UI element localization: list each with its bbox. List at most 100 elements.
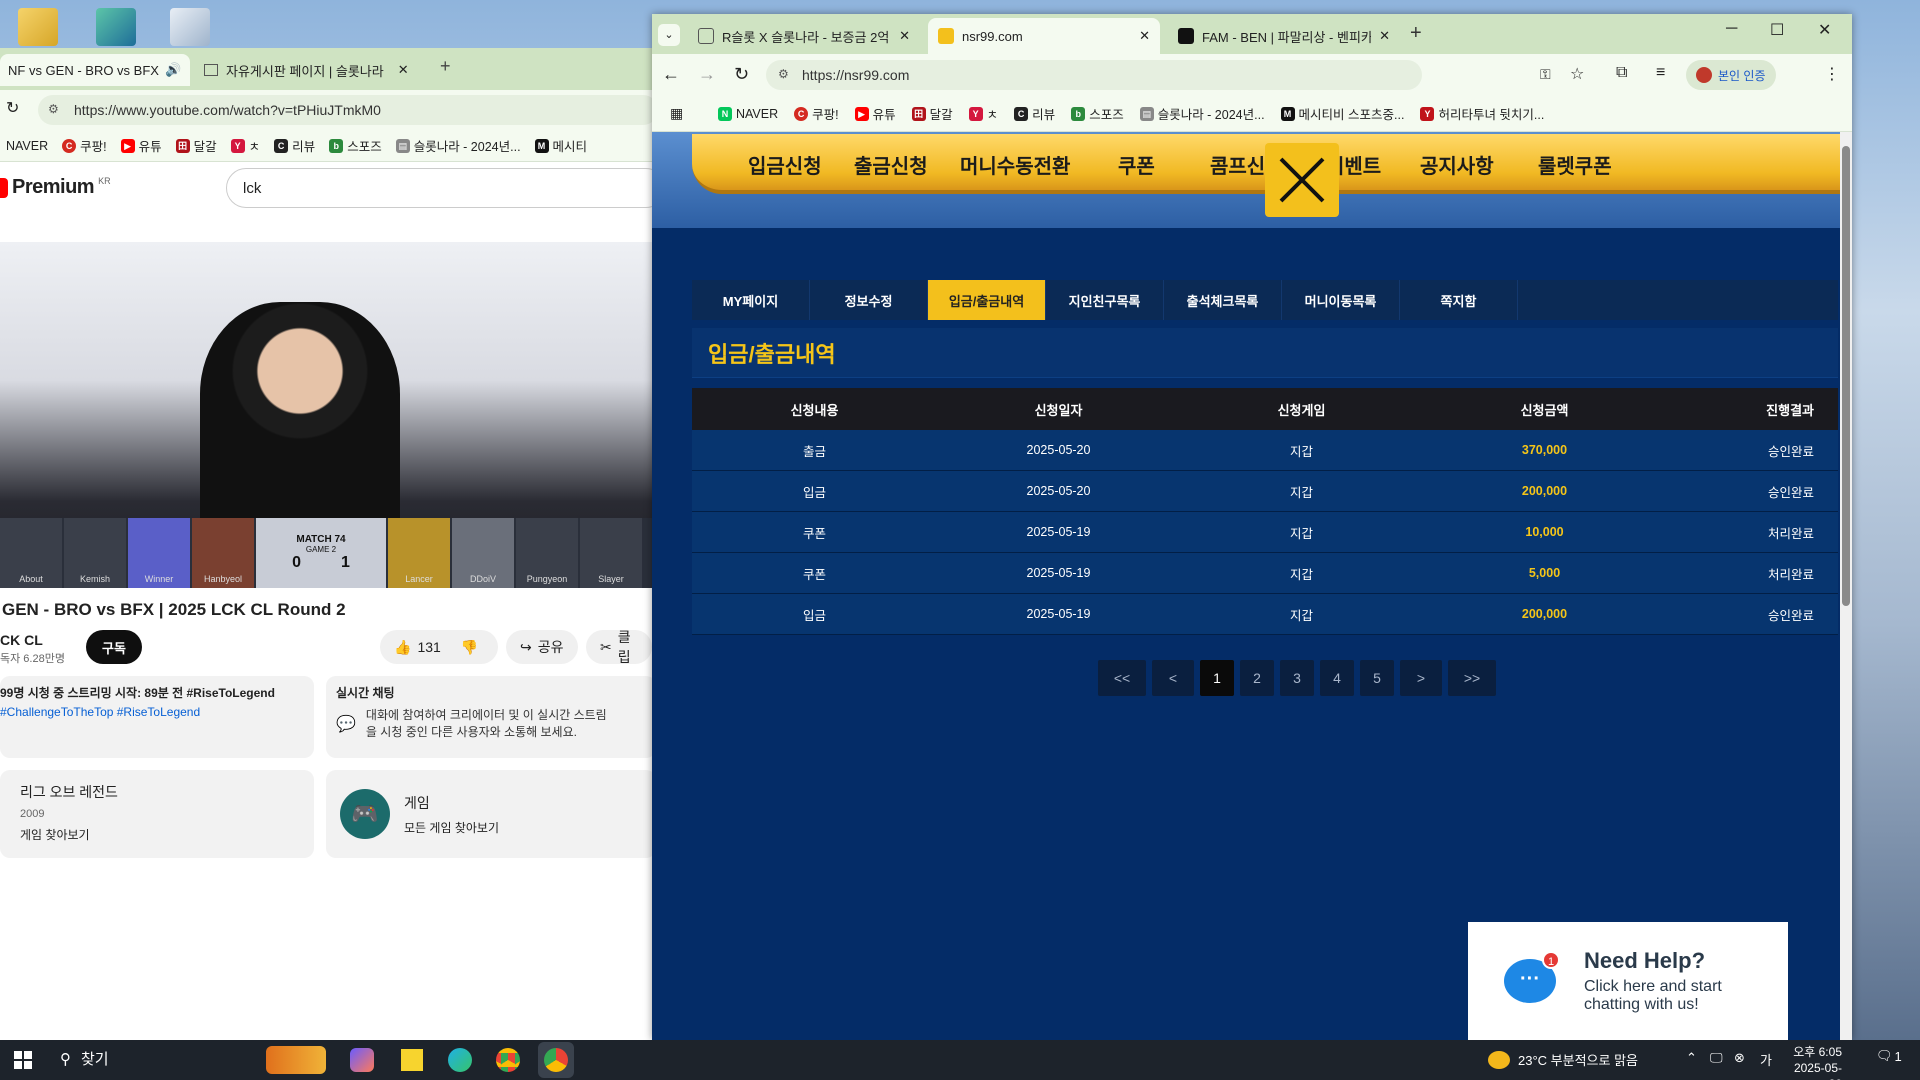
close-icon[interactable]: ✕ [899, 28, 910, 44]
minimize-button[interactable]: ─ [1726, 20, 1737, 38]
page-3-button[interactable]: 3 [1280, 660, 1314, 696]
scrollbar-thumb[interactable] [1842, 146, 1850, 606]
bookmark-youtube[interactable]: ▶ 유튜 [854, 104, 896, 123]
hashtags[interactable]: #ChallengeToTheTop #RiseToLegend [0, 705, 314, 719]
new-tab-button[interactable]: + [440, 56, 451, 77]
recycle-bin-icon[interactable] [170, 8, 210, 46]
ime-icon[interactable]: 가 [1760, 1050, 1772, 1069]
youtube-search-input[interactable]: lck [226, 168, 652, 208]
scrollbar[interactable] [1840, 132, 1852, 1040]
menu-money-convert[interactable]: 머니수동전환 [960, 150, 1070, 179]
reload-icon[interactable]: ↻ [6, 98, 19, 118]
subtab-mypage[interactable]: MY페이지 [692, 280, 810, 320]
bookmark-ch[interactable]: Yㅊ [230, 136, 260, 155]
youtube-logo[interactable]: Premium KR [0, 176, 111, 199]
bookmark-review[interactable]: C 리뷰 [1014, 104, 1055, 123]
site-settings-icon[interactable]: ⚙ [778, 67, 789, 81]
new-tab-button[interactable]: + [1410, 22, 1422, 45]
chrome-active-icon[interactable] [538, 1042, 574, 1078]
site-settings-icon[interactable]: ⚙ [48, 102, 59, 116]
live-chat-box[interactable]: 실시간 채팅 💬 대화에 참여하여 크리에이터 및 이 실시간 스트림을 시청 … [326, 676, 652, 758]
clock[interactable]: 오후 6:05 2025-05-20 [1786, 1044, 1842, 1080]
volume-muted-icon[interactable]: ⊗ [1734, 1050, 1745, 1066]
bookmark-dalgal[interactable]: 田 달갈 [911, 104, 953, 123]
forward-icon[interactable]: → [698, 64, 716, 85]
last-page-button[interactable]: >> [1448, 660, 1496, 696]
taskbar-search[interactable]: ⚲ 찾기 [60, 1048, 109, 1069]
bookmark-slotnara[interactable]: ▤ 슬롯나라 - 2024년... [395, 136, 521, 155]
bookmark-sports[interactable]: b 스포즈 [329, 136, 382, 155]
extensions-icon[interactable]: ⧉ [1616, 64, 1627, 82]
edge-icon[interactable] [442, 1042, 478, 1078]
subtab-friends[interactable]: 지인친구목록 [1046, 280, 1164, 320]
tab-nsr99[interactable]: nsr99.com ✕ [928, 18, 1160, 54]
bookmark-coupang[interactable]: C 쿠팡! [794, 104, 839, 123]
bookmark-ch[interactable]: Yㅊ [968, 104, 998, 123]
menu-notice[interactable]: 공지사항 [1420, 150, 1494, 179]
share-button[interactable]: ↪ 공유 [506, 630, 578, 664]
key-icon[interactable]: ⚿ [1540, 66, 1551, 83]
chrome-icon[interactable] [490, 1042, 526, 1078]
tray-chevron-icon[interactable]: ⌃ [1686, 1050, 1697, 1066]
thumbs-down-icon[interactable]: 👎 [461, 639, 478, 656]
close-icon[interactable]: ✕ [1379, 28, 1390, 44]
bookmark-review[interactable]: C 리뷰 [274, 136, 315, 155]
page-4-button[interactable]: 4 [1320, 660, 1354, 696]
subtab-attendance[interactable]: 출석체크목록 [1164, 280, 1282, 320]
menu-withdraw[interactable]: 출금신청 [854, 150, 928, 179]
clip-button[interactable]: ✂ 클립 [586, 629, 652, 665]
tab-rslot[interactable]: R슬롯 X 슬롯나라 - 보증금 2억 ✕ [688, 18, 920, 54]
windows-start-icon[interactable] [14, 1051, 32, 1069]
media-icon[interactable]: ≡ [1656, 64, 1665, 82]
user-folder-icon[interactable] [18, 8, 58, 46]
bookmark-slotnara[interactable]: ▤ 슬롯나라 - 2024년... [1139, 104, 1265, 123]
page-5-button[interactable]: 5 [1360, 660, 1394, 696]
sticky-notes-icon[interactable] [394, 1042, 430, 1078]
game-link[interactable]: 게임 찾아보기 [20, 826, 314, 843]
bookmark-dalgal[interactable]: 田 달갈 [175, 136, 217, 155]
menu-roulette-coupon[interactable]: 룰렛쿠폰 [1538, 150, 1612, 179]
weather-widget[interactable]: 23°C 부분적으로 맑음 [1488, 1050, 1638, 1069]
channel-name[interactable]: CK CL [0, 632, 43, 648]
page-1-button[interactable]: 1 [1200, 660, 1234, 696]
url-field[interactable]: https://nsr99.com [766, 60, 1422, 90]
network-icon[interactable]: 🖵 [1710, 1050, 1723, 1066]
maximize-button[interactable]: ☐ [1770, 20, 1784, 40]
star-icon[interactable]: ☆ [1570, 64, 1584, 84]
subtab-transactions[interactable]: 입금/출금내역 [928, 280, 1046, 320]
bookmark-messi[interactable]: M 메시티 [534, 136, 587, 155]
like-button[interactable]: 👍 131 👎 [380, 630, 498, 664]
menu-deposit[interactable]: 입금신청 [748, 150, 822, 179]
reload-icon[interactable]: ↻ [734, 64, 749, 85]
game-card[interactable]: 리그 오브 레전드 2009 게임 찾아보기 [0, 770, 314, 858]
category-card[interactable]: 🎮 게임 모든 게임 찾아보기 [326, 770, 652, 858]
url-field[interactable]: https://www.youtube.com/watch?v=tPHiuJTm… [38, 95, 652, 125]
bookmark-coupang[interactable]: C 쿠팡! [62, 136, 107, 155]
prev-page-button[interactable]: < [1152, 660, 1194, 696]
subscribe-button[interactable]: 구독 [86, 630, 142, 664]
description-box[interactable]: 99명 시청 중 스트리밍 시작: 89분 전 #RiseToLegend #C… [0, 676, 314, 758]
tab-search-icon[interactable]: ⌄ [658, 24, 680, 46]
category-link[interactable]: 모든 게임 찾아보기 [404, 819, 499, 836]
video-player[interactable]: About Kemish Winner Hanbyeol MATCH 74 GA… [0, 242, 652, 588]
tab-youtube[interactable]: NF vs GEN - BRO vs BFX 🔊 ✕ [0, 54, 190, 86]
copilot-icon[interactable] [344, 1042, 380, 1078]
bookmark-sports[interactable]: b 스포즈 [1071, 104, 1124, 123]
bookmark-other[interactable]: Y 허리타투녀 뒷치기... [1420, 104, 1544, 123]
subtab-edit-info[interactable]: 정보수정 [810, 280, 928, 320]
bookmark-messi[interactable]: M 메시티비 스포츠중... [1280, 104, 1404, 123]
close-window-button[interactable]: ✕ [1818, 20, 1831, 40]
tab-board[interactable]: 자유게시판 페이지 | 슬롯나라 ✕ [196, 54, 426, 86]
profile-button[interactable]: 본인 인증 [1686, 60, 1776, 90]
subtab-messages[interactable]: 쪽지함 [1400, 280, 1518, 320]
subtab-money-transfer[interactable]: 머니이동목록 [1282, 280, 1400, 320]
menu-coupon[interactable]: 쿠폰 [1118, 150, 1155, 179]
speaker-icon[interactable]: 🔊 [165, 62, 181, 78]
close-icon[interactable]: ✕ [398, 62, 409, 78]
notification-icon[interactable]: 🗨 1 [1876, 1048, 1902, 1064]
bookmark-youtube[interactable]: ▶ 유튜 [120, 136, 162, 155]
back-icon[interactable]: ← [662, 64, 680, 85]
menu-dots-icon[interactable]: ⋮ [1824, 64, 1840, 84]
help-chat-widget[interactable]: ··· 1 Need Help? Click here and start ch… [1468, 922, 1788, 1040]
first-page-button[interactable]: << [1098, 660, 1146, 696]
